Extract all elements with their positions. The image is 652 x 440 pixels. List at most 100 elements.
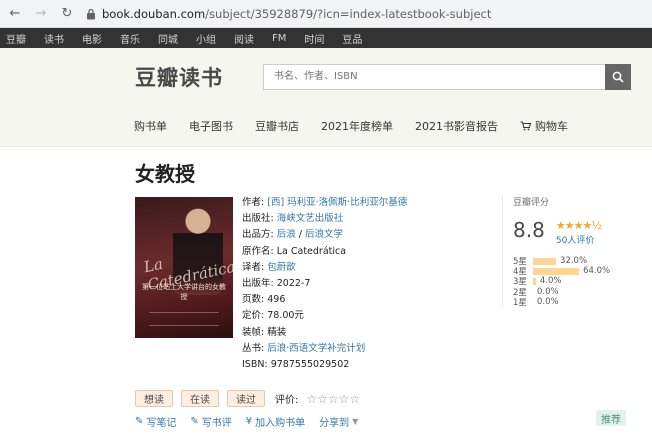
rating-stars-wrap: ★★★★½ 50人评价 (555, 214, 602, 246)
dist-bar (533, 277, 536, 285)
rating-count-link[interactable]: 50人评价 (556, 233, 601, 246)
write-note-label: 写笔记 (146, 418, 177, 429)
search-button[interactable] (605, 63, 631, 90)
producer-link[interactable]: 后浪 (277, 229, 296, 240)
add-to-booklist-link[interactable]: ¥ 加入购书单 (246, 414, 305, 429)
search-icon (612, 71, 624, 83)
producer-separator: / (295, 229, 305, 241)
rating-distribution: 5星 32.0% 4星 64.0% 3星 4.0% 2星 0.0% 1星 0.0% (513, 256, 622, 308)
dist-label: 1星 (513, 297, 527, 308)
info-label: 出版社: (242, 213, 274, 225)
global-nav-item[interactable]: 时间 (304, 31, 324, 46)
address-bar[interactable]: book.douban.com/subject/35928879/?icn=in… (86, 7, 491, 21)
global-nav-item[interactable]: 音乐 (120, 31, 140, 46)
global-nav-item[interactable]: 小组 (196, 31, 216, 46)
share-label: 分享到 (319, 418, 350, 429)
dist-pct: 4.0% (539, 276, 562, 287)
pubdate-value: 2022-7 (276, 278, 311, 290)
info-label: ISBN: (242, 359, 268, 371)
reading-actions: 想读 在读 读过 评价: ☆☆☆☆☆ (135, 390, 360, 407)
dist-bar (533, 267, 580, 275)
book-cover[interactable]: La Catedrática 第一位站上大学讲台的女教授 (135, 197, 233, 338)
isbn-value: 9787555029502 (270, 359, 350, 371)
info-label: 作者: (242, 197, 265, 208)
reading-button[interactable]: 在读 (181, 390, 219, 407)
dist-bar (533, 257, 557, 265)
producer-link[interactable]: 后浪文学 (305, 229, 343, 240)
rate-label: 评价: (275, 395, 299, 406)
global-nav-item[interactable]: 豆瓣 (6, 31, 26, 46)
original-title: La Catedrática (276, 245, 347, 257)
subnav-ebooks[interactable]: 电子图书 (189, 118, 233, 134)
want-to-read-button[interactable]: 想读 (135, 390, 173, 407)
author-link[interactable]: [西] 玛利亚·洛佩斯·比利亚尔基德 (267, 197, 407, 208)
reload-icon[interactable]: ↻ (60, 7, 74, 21)
info-label: 译者: (242, 261, 265, 273)
pencil-icon: ✎ (135, 416, 144, 427)
url-domain: book.douban.com (102, 6, 206, 21)
subnav-booklist[interactable]: 购书单 (134, 118, 167, 134)
publisher-link[interactable]: 海峡文艺出版社 (277, 213, 344, 224)
rating-panel: 豆瓣评分 8.8 ★★★★½ 50人评价 5星 32.0% 4星 64.0% 3星 4… (502, 195, 622, 308)
chevron-down-icon: ▼ (352, 417, 359, 426)
yen-icon: ¥ (245, 416, 253, 427)
site-header: 豆瓣读书 (0, 48, 652, 105)
logo-section: 读书 (179, 65, 223, 90)
cart-icon (520, 121, 531, 130)
star-rating-icon: ★★★★½ (555, 219, 602, 232)
rating-score: 8.8 (513, 218, 545, 242)
series-link[interactable]: 后浪·西语文学补完计划 (267, 343, 365, 354)
subnav-cart[interactable]: 购物车 (520, 118, 568, 134)
subnav-annual-list[interactable]: 2021年度榜单 (321, 118, 393, 134)
rating-title: 豆瓣评分 (513, 198, 550, 208)
share-link[interactable]: 分享到 ▼ (319, 414, 358, 429)
global-nav-item[interactable]: 阅读 (234, 31, 254, 46)
sub-nav: 购书单 电子图书 豆瓣书店 2021年度榜单 2021书影音报告 购物车 (0, 105, 652, 147)
binding-value: 精装 (267, 326, 287, 338)
recommend-button[interactable]: 推荐 (596, 410, 626, 426)
cover-tagline: 第一位站上大学讲台的女教授 (142, 283, 226, 301)
translator-link[interactable]: 包蔚歆 (267, 262, 296, 273)
dist-pct: 0.0% (537, 296, 559, 307)
distribution-row: 1星 0.0% (513, 296, 622, 308)
subnav-cart-label: 购物车 (535, 119, 568, 133)
book-info: 作者: [西] 玛利亚·洛佩斯·比利亚尔基德 出版社: 海峡文艺出版社 出品方:… (242, 195, 407, 373)
price-value: 78.00元 (267, 310, 304, 322)
info-label: 出版年: (242, 278, 274, 290)
pages-value: 496 (267, 294, 286, 306)
write-review-label: 写书评 (201, 418, 232, 429)
url-path: /subject/35928879/?icn=index-latestbook-… (205, 6, 492, 21)
global-nav-item[interactable]: 同城 (158, 31, 178, 46)
global-nav-item[interactable]: 电影 (82, 31, 102, 46)
dist-pct: 64.0% (583, 266, 611, 277)
rate-stars-input[interactable]: ☆☆☆☆☆ (306, 392, 360, 406)
info-label: 出品方: (242, 229, 274, 241)
info-label: 定价: (242, 310, 265, 322)
dist-pct: 0.0% (537, 286, 559, 297)
douban-book-logo[interactable]: 豆瓣读书 (135, 62, 223, 92)
subnav-report[interactable]: 2021书影音报告 (415, 118, 498, 134)
dist-pct: 32.0% (560, 256, 588, 267)
global-nav-item[interactable]: 读书 (44, 31, 64, 46)
forward-icon[interactable]: → (34, 7, 48, 21)
cover-decoration (149, 312, 219, 326)
search-box (263, 63, 631, 90)
lock-icon (87, 8, 95, 19)
global-nav-item[interactable]: 豆品 (342, 31, 362, 46)
info-label: 页数: (242, 294, 265, 306)
global-nav-item[interactable]: FM (272, 33, 286, 44)
info-label: 丛书: (242, 342, 265, 354)
have-read-button[interactable]: 读过 (227, 390, 265, 407)
info-label: 原作名: (242, 245, 274, 257)
book-title: 女教授 (135, 162, 195, 186)
info-label: 装帧: (242, 326, 265, 338)
back-icon[interactable]: ← (8, 7, 22, 21)
subnav-bookstore[interactable]: 豆瓣书店 (255, 118, 299, 134)
global-nav: 豆瓣 读书 电影 音乐 同城 小组 阅读 FM 时间 豆品 (0, 28, 652, 48)
write-review-link[interactable]: ✎ 写书评 (190, 414, 231, 429)
logo-brand: 豆瓣 (135, 65, 179, 90)
search-input[interactable] (263, 63, 605, 90)
browser-toolbar: ← → ↻ book.douban.com/subject/35928879/?… (0, 0, 652, 28)
pencil-icon: ✎ (190, 416, 199, 427)
write-note-link[interactable]: ✎ 写笔记 (135, 414, 176, 429)
